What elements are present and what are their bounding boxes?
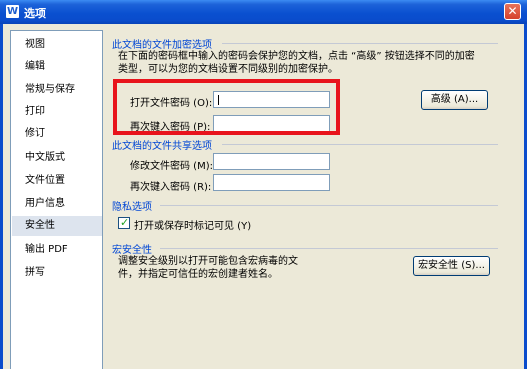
sidebar-item-label: 文件位置 (25, 175, 65, 186)
modify-password-label: 修改文件密码 (M): (130, 161, 213, 172)
macro-security-button[interactable]: 宏安全性 (S)... (413, 256, 490, 276)
app-icon: W (6, 5, 19, 18)
section-divider (160, 248, 498, 249)
sidebar-item-chinese-layout[interactable]: 中文版式 (12, 148, 102, 168)
category-list: 视图 编辑 常规与保存 打印 修订 中文版式 文件位置 用户信息 安全性 输出 … (10, 30, 103, 369)
privacy-section-title: 隐私选项 (112, 202, 152, 213)
mark-visible-label[interactable]: 打开或保存时标记可见 (Y) (134, 217, 251, 232)
checkmark-icon: ✓ (120, 216, 130, 229)
sidebar-item-user-info[interactable]: 用户信息 (12, 194, 102, 214)
section-divider (222, 144, 498, 145)
open-password-label: 打开文件密码 (O): (130, 98, 213, 109)
sharing-section-title: 此文档的文件共享选项 (112, 141, 212, 152)
section-divider (160, 205, 498, 206)
mark-visible-checkbox[interactable]: ✓ (118, 216, 130, 229)
sidebar-item-label: 用户信息 (25, 198, 65, 209)
close-button[interactable]: ✕ (504, 3, 521, 20)
macro-section-title: 宏安全性 (112, 245, 152, 256)
reenter-modify-password-field[interactable] (213, 174, 330, 191)
macro-description-line1: 调整安全级别以打开可能包含宏病毒的文 (118, 256, 298, 267)
reenter-modify-password-label: 再次键入密码 (R): (130, 182, 212, 193)
window-border-left (0, 24, 3, 369)
title-bar[interactable]: W 选项 ✕ (0, 0, 527, 24)
section-divider (222, 43, 498, 44)
advanced-button[interactable]: 高级 (A)... (421, 90, 488, 110)
sidebar-item-security[interactable]: 安全性 (12, 216, 102, 236)
reenter-open-password-label: 再次键入密码 (P): (130, 122, 211, 133)
sidebar-item-general-save[interactable]: 常规与保存 (12, 80, 102, 100)
sidebar-item-label: 中文版式 (25, 152, 65, 163)
sidebar-item-label: 拼写 (25, 267, 45, 278)
sidebar-item-file-locations[interactable]: 文件位置 (12, 171, 102, 191)
window-title: 选项 (24, 7, 46, 20)
encryption-section-title: 此文档的文件加密选项 (112, 40, 212, 51)
close-icon: ✕ (507, 4, 518, 18)
sidebar-item-label: 安全性 (25, 220, 55, 231)
sidebar-item-label: 输出 PDF (25, 244, 68, 255)
sidebar-item-spelling[interactable]: 拼写 (12, 263, 102, 283)
sidebar-item-label: 修订 (25, 128, 45, 139)
sidebar-item-edit[interactable]: 编辑 (12, 57, 102, 77)
sidebar-item-label: 打印 (25, 106, 45, 117)
encryption-description-line1: 在下面的密码框中输入的密码会保护您的文档，点击 “高级” 按钮选择不同的加密 (118, 51, 475, 62)
open-password-field[interactable] (213, 91, 330, 108)
sidebar-item-label: 编辑 (25, 61, 45, 72)
sidebar-item-view[interactable]: 视图 (12, 35, 102, 55)
sidebar-item-label: 常规与保存 (25, 84, 75, 95)
sidebar-item-export-pdf[interactable]: 输出 PDF (12, 240, 102, 260)
macro-description-line2: 件，并指定可信任的宏创建者姓名。 (118, 269, 278, 280)
sidebar-item-revisions[interactable]: 修订 (12, 124, 102, 144)
sidebar-item-label: 视图 (25, 39, 45, 50)
sidebar-item-print[interactable]: 打印 (12, 102, 102, 122)
options-dialog: W 选项 ✕ 视图 编辑 常规与保存 打印 修订 中文版式 文件位置 用户信息 … (0, 0, 527, 369)
reenter-open-password-field[interactable] (213, 115, 330, 132)
encryption-description-line2: 类型，可以为您的文档设置不同级别的加密保护。 (118, 64, 338, 75)
modify-password-field[interactable] (213, 153, 330, 170)
text-caret (218, 95, 219, 105)
